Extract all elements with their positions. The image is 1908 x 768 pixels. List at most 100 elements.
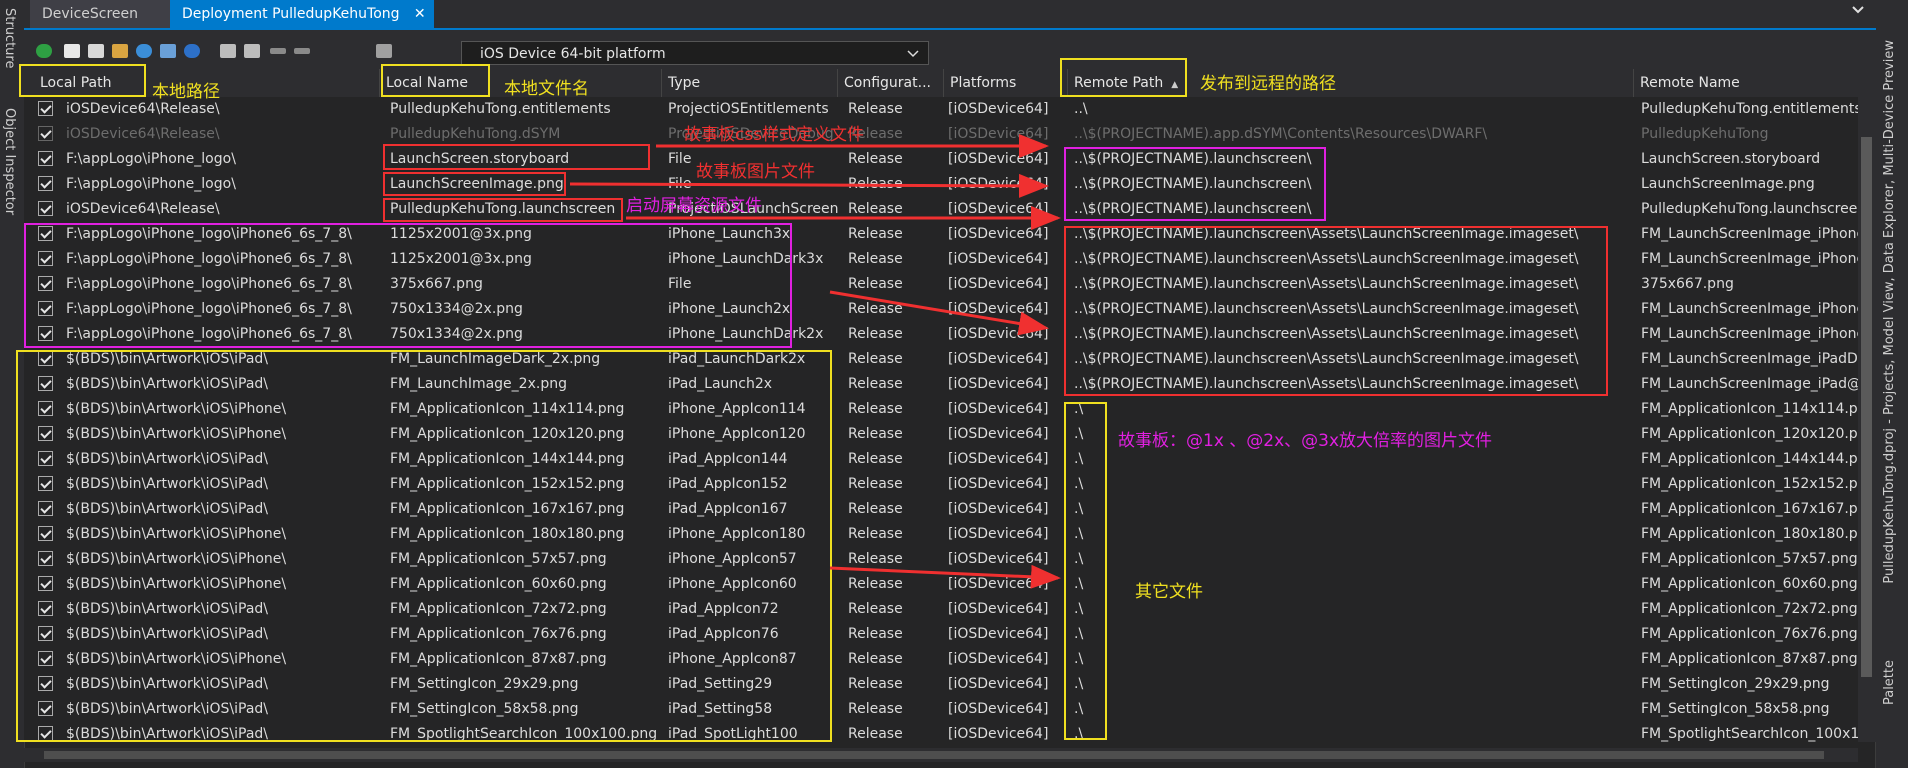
table-row[interactable]: F:\appLogo\iPhone_logo\iPhone6_6s_7_8\ 75… [24, 297, 1858, 322]
row-checkbox[interactable] [38, 251, 53, 266]
add-file-icon[interactable] [64, 44, 80, 58]
column-header-remote-path[interactable]: Remote Path ▲ [1068, 69, 1634, 97]
configuration-cell: Release [848, 301, 903, 317]
platforms-cell: [iOSDevice64] [948, 651, 1049, 667]
horizontal-scrollbar[interactable] [24, 748, 1858, 762]
table-row[interactable]: $(BDS)\bin\Artwork\iOS\iPad\ FM_Applicati… [24, 597, 1858, 622]
row-checkbox[interactable] [38, 176, 53, 191]
row-checkbox[interactable] [38, 351, 53, 366]
chevron-down-icon[interactable] [1850, 2, 1866, 22]
row-checkbox[interactable] [38, 551, 53, 566]
platforms-cell: [iOSDevice64] [948, 401, 1049, 417]
refresh-icon[interactable] [36, 44, 52, 58]
row-checkbox[interactable] [38, 151, 53, 166]
scrollbar-thumb[interactable] [1861, 137, 1872, 677]
copy-icon[interactable] [220, 44, 236, 58]
table-row[interactable]: F:\appLogo\iPhone_logo\iPhone6_6s_7_8\ 11… [24, 222, 1858, 247]
remote-path-cell: ..\$(PROJECTNAME).launchscreen\Assets\La… [1074, 376, 1579, 392]
table-row[interactable]: $(BDS)\bin\Artwork\iOS\iPad\ FM_Applicati… [24, 472, 1858, 497]
paste-icon[interactable] [244, 44, 260, 58]
table-row[interactable]: iOSDevice64\Release\ PulledupKehuTong.lau… [24, 197, 1858, 222]
row-checkbox[interactable] [38, 376, 53, 391]
type-cell: ProjectiOSEntitlements [668, 101, 829, 117]
palette-tab[interactable]: Palette [1882, 660, 1897, 705]
move-left-icon[interactable] [270, 48, 286, 54]
table-row[interactable]: $(BDS)\bin\Artwork\iOS\iPhone\ FM_Applica… [24, 547, 1858, 572]
table-row[interactable]: $(BDS)\bin\Artwork\iOS\iPad\ FM_LaunchIma… [24, 372, 1858, 397]
move-right-icon[interactable] [294, 48, 310, 54]
row-checkbox[interactable] [38, 576, 53, 591]
local-name-cell: FM_LaunchImageDark_2x.png [390, 351, 601, 367]
table-row[interactable]: $(BDS)\bin\Artwork\iOS\iPad\ FM_SettingIc… [24, 697, 1858, 722]
projects-panel-tab[interactable]: PulledupKehuTong.dproj - Projects, Model… [1882, 40, 1897, 584]
row-checkbox[interactable] [38, 651, 53, 666]
table-row[interactable]: F:\appLogo\iPhone_logo\iPhone6_6s_7_8\ 11… [24, 247, 1858, 272]
table-row[interactable]: $(BDS)\bin\Artwork\iOS\iPhone\ FM_Applica… [24, 647, 1858, 672]
open-folder-icon[interactable] [112, 44, 128, 58]
configuration-cell: Release [848, 626, 903, 642]
row-checkbox[interactable] [38, 726, 53, 741]
table-row[interactable]: $(BDS)\bin\Artwork\iOS\iPhone\ FM_Applica… [24, 572, 1858, 597]
table-row[interactable]: iOSDevice64\Release\ PulledupKehuTong.ent… [24, 97, 1858, 122]
table-row[interactable]: F:\appLogo\iPhone_logo\iPhone6_6s_7_8\ 75… [24, 322, 1858, 347]
row-checkbox[interactable] [38, 426, 53, 441]
row-checkbox[interactable] [38, 226, 53, 241]
folder-icon[interactable] [376, 44, 392, 58]
table-row[interactable]: $(BDS)\bin\Artwork\iOS\iPhone\ FM_Applica… [24, 422, 1858, 447]
row-checkbox[interactable] [38, 276, 53, 291]
table-row[interactable]: $(BDS)\bin\Artwork\iOS\iPhone\ FM_Applica… [24, 397, 1858, 422]
globe-icon[interactable] [136, 44, 152, 58]
configure-icon[interactable] [160, 44, 176, 58]
tab-devicescreen[interactable]: DeviceScreen [30, 0, 178, 28]
row-checkbox[interactable] [38, 526, 53, 541]
column-header-platforms[interactable]: Platforms [944, 69, 1068, 97]
scrollbar-thumb[interactable] [44, 751, 1824, 759]
row-checkbox[interactable] [38, 676, 53, 691]
row-checkbox[interactable] [38, 101, 53, 116]
table-row[interactable]: $(BDS)\bin\Artwork\iOS\iPad\ FM_LaunchIma… [24, 347, 1858, 372]
vertical-scrollbar[interactable] [1858, 97, 1876, 742]
remote-path-cell: ..\$(PROJECTNAME).app.dSYM\Contents\Reso… [1074, 126, 1488, 142]
row-checkbox[interactable] [38, 451, 53, 466]
type-cell: iPad_Setting58 [668, 701, 773, 717]
table-row[interactable]: F:\appLogo\iPhone_logo\iPhone6_6s_7_8\ 37… [24, 272, 1858, 297]
row-checkbox[interactable] [38, 126, 53, 141]
column-header-remote-name[interactable]: Remote Name [1634, 69, 1876, 97]
table-row[interactable]: F:\appLogo\iPhone_logo\ LaunchScreen.stor… [24, 147, 1858, 172]
row-checkbox[interactable] [38, 601, 53, 616]
table-row[interactable]: $(BDS)\bin\Artwork\iOS\iPad\ FM_SettingIc… [24, 672, 1858, 697]
table-row[interactable]: F:\appLogo\iPhone_logo\ LaunchScreenImage… [24, 172, 1858, 197]
tab-deployment[interactable]: Deployment PulledupKehuTong ✕ [170, 0, 434, 28]
row-checkbox[interactable] [38, 201, 53, 216]
table-row[interactable]: $(BDS)\bin\Artwork\iOS\iPad\ FM_Applicati… [24, 447, 1858, 472]
column-header-type[interactable]: Type [662, 69, 838, 97]
row-checkbox[interactable] [38, 626, 53, 641]
platform-select[interactable]: iOS Device 64-bit platform [461, 41, 929, 65]
local-name-cell: FM_ApplicationIcon_167x167.png [390, 501, 625, 517]
column-header-configuration[interactable]: Configurat... [838, 69, 944, 97]
local-name-cell: FM_SpotlightSearchIcon_100x100.png [390, 726, 658, 742]
table-row[interactable]: $(BDS)\bin\Artwork\iOS\iPad\ FM_Applicati… [24, 497, 1858, 522]
row-checkbox[interactable] [38, 326, 53, 341]
object-inspector-tab[interactable]: Object Inspector [2, 108, 17, 215]
remote-path-cell: .\ [1074, 701, 1084, 717]
remote-path-cell: ..\ [1074, 101, 1088, 117]
table-row[interactable]: $(BDS)\bin\Artwork\iOS\iPad\ FM_Applicati… [24, 622, 1858, 647]
row-checkbox[interactable] [38, 476, 53, 491]
row-checkbox[interactable] [38, 701, 53, 716]
remove-file-icon[interactable] [88, 44, 104, 58]
configuration-cell: Release [848, 526, 903, 542]
remote-name-cell: FM_ApplicationIcon_144x144.pn [1641, 451, 1858, 467]
table-row[interactable]: iOSDevice64\Release\ PulledupKehuTong.dSY… [24, 122, 1858, 147]
row-checkbox[interactable] [38, 501, 53, 516]
type-cell: iPad_Launch2x [668, 376, 773, 392]
type-cell: iPad_AppIcon167 [668, 501, 788, 517]
row-checkbox[interactable] [38, 401, 53, 416]
table-row[interactable]: $(BDS)\bin\Artwork\iOS\iPad\ FM_Spotlight… [24, 722, 1858, 742]
local-path-cell: $(BDS)\bin\Artwork\iOS\iPad\ [66, 501, 269, 517]
table-row[interactable]: $(BDS)\bin\Artwork\iOS\iPhone\ FM_Applica… [24, 522, 1858, 547]
structure-tab[interactable]: Structure [2, 8, 17, 68]
close-icon[interactable]: ✕ [414, 0, 426, 28]
row-checkbox[interactable] [38, 301, 53, 316]
undo-icon[interactable] [184, 44, 200, 58]
